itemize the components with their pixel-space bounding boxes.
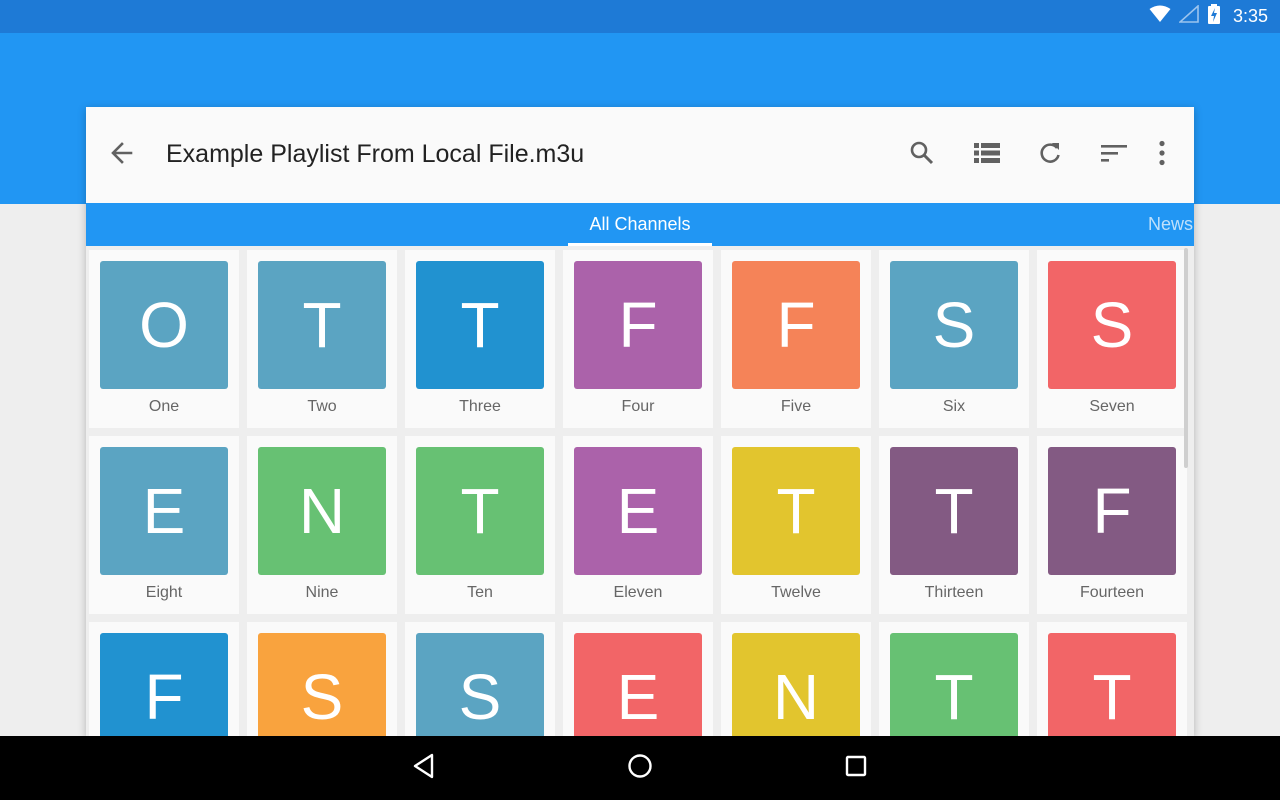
channel-tile[interactable]: N Nine bbox=[247, 436, 397, 614]
channel-logo: S bbox=[416, 633, 544, 736]
search-icon bbox=[909, 140, 935, 171]
channel-tile[interactable]: T Three bbox=[405, 250, 555, 428]
channel-tile[interactable]: F Fourteen bbox=[1037, 436, 1187, 614]
sort-button[interactable] bbox=[1094, 135, 1134, 175]
scrollbar[interactable] bbox=[1184, 248, 1188, 468]
channel-name: One bbox=[148, 398, 180, 415]
nav-home-button[interactable] bbox=[622, 750, 658, 786]
channel-grid: O One T Two T Three F Four F Five S Six S Seven E Eight… bbox=[86, 246, 1194, 736]
sort-icon bbox=[1101, 143, 1127, 168]
channel-tile[interactable]: E Eight bbox=[89, 436, 239, 614]
navigation-bar bbox=[0, 736, 1280, 800]
channel-tile[interactable]: N bbox=[721, 622, 871, 736]
channel-name: Fourteen bbox=[1079, 584, 1145, 601]
nav-recents-button[interactable] bbox=[838, 750, 874, 786]
channel-tile[interactable]: S bbox=[247, 622, 397, 736]
list-view-icon bbox=[974, 142, 1000, 169]
toolbar: Example Playlist From Local File.m3u bbox=[86, 107, 1194, 203]
channel-tile[interactable]: T Twelve bbox=[721, 436, 871, 614]
channel-name: Nine bbox=[305, 584, 339, 601]
channel-tile[interactable]: F Four bbox=[563, 250, 713, 428]
home-circle-icon bbox=[627, 753, 653, 784]
channel-tile[interactable]: F Five bbox=[721, 250, 871, 428]
channel-tile[interactable]: T bbox=[1037, 622, 1187, 736]
channel-name: Five bbox=[780, 398, 812, 415]
channel-name: Six bbox=[942, 398, 966, 415]
channel-logo: S bbox=[258, 633, 386, 736]
channel-tile[interactable]: T Thirteen bbox=[879, 436, 1029, 614]
more-options-button[interactable] bbox=[1142, 135, 1182, 175]
status-bar: 3:35 bbox=[0, 0, 1280, 33]
channel-tile[interactable]: T Two bbox=[247, 250, 397, 428]
channel-logo: T bbox=[416, 447, 544, 575]
channel-logo: O bbox=[100, 261, 228, 389]
channel-tile[interactable]: E bbox=[563, 622, 713, 736]
back-arrow-icon bbox=[109, 140, 135, 171]
channel-tile[interactable]: S Six bbox=[879, 250, 1029, 428]
channel-logo: E bbox=[574, 633, 702, 736]
channel-logo: T bbox=[258, 261, 386, 389]
channel-logo: F bbox=[100, 633, 228, 736]
channel-name: Three bbox=[459, 398, 501, 415]
channel-tile[interactable]: S Seven bbox=[1037, 250, 1187, 428]
channel-logo: T bbox=[1048, 633, 1176, 736]
channel-logo: T bbox=[416, 261, 544, 389]
recents-square-icon bbox=[845, 755, 867, 782]
channel-tile[interactable]: T bbox=[879, 622, 1029, 736]
tab-all-channels[interactable]: All Channels bbox=[568, 203, 712, 246]
channel-name: Thirteen bbox=[924, 584, 984, 601]
page-title: Example Playlist From Local File.m3u bbox=[166, 140, 585, 168]
playlist-dialog: Example Playlist From Local File.m3u All… bbox=[86, 107, 1194, 736]
channel-logo: E bbox=[574, 447, 702, 575]
channel-tile[interactable]: F bbox=[89, 622, 239, 736]
tab-bar: All Channels News bbox=[86, 203, 1194, 246]
list-view-button[interactable] bbox=[967, 135, 1007, 175]
channel-logo: F bbox=[574, 261, 702, 389]
channel-name: Two bbox=[307, 398, 337, 415]
status-time: 3:35 bbox=[1232, 6, 1268, 26]
back-button[interactable] bbox=[102, 135, 142, 175]
channel-name: Eleven bbox=[613, 584, 663, 601]
channel-logo: F bbox=[1048, 447, 1176, 575]
channel-logo: N bbox=[732, 633, 860, 736]
refresh-icon bbox=[1037, 140, 1063, 171]
tab-news[interactable]: News bbox=[1148, 203, 1193, 246]
channel-name: Four bbox=[621, 398, 655, 415]
channel-logo: T bbox=[890, 447, 1018, 575]
channel-logo: E bbox=[100, 447, 228, 575]
channel-logo: F bbox=[732, 261, 860, 389]
channel-name: Seven bbox=[1089, 398, 1135, 415]
battery-charging-icon bbox=[1207, 4, 1221, 29]
channel-logo: S bbox=[1048, 261, 1176, 389]
channel-name: Eight bbox=[145, 584, 183, 601]
back-triangle-icon bbox=[412, 753, 436, 784]
wifi-icon bbox=[1149, 5, 1171, 28]
channel-logo: N bbox=[258, 447, 386, 575]
channel-logo: S bbox=[890, 261, 1018, 389]
status-icons: 3:35 bbox=[1149, 0, 1268, 33]
channel-tile[interactable]: T Ten bbox=[405, 436, 555, 614]
channel-name: Twelve bbox=[771, 584, 821, 601]
channel-name: Ten bbox=[467, 584, 493, 601]
channel-tile[interactable]: E Eleven bbox=[563, 436, 713, 614]
nav-back-button[interactable] bbox=[406, 750, 442, 786]
channel-logo: T bbox=[732, 447, 860, 575]
channel-tile[interactable]: S bbox=[405, 622, 555, 736]
channel-logo: T bbox=[890, 633, 1018, 736]
refresh-button[interactable] bbox=[1030, 135, 1070, 175]
more-vert-icon bbox=[1158, 140, 1166, 171]
signal-icon bbox=[1177, 4, 1199, 28]
search-button[interactable] bbox=[902, 135, 942, 175]
channel-tile[interactable]: O One bbox=[89, 250, 239, 428]
